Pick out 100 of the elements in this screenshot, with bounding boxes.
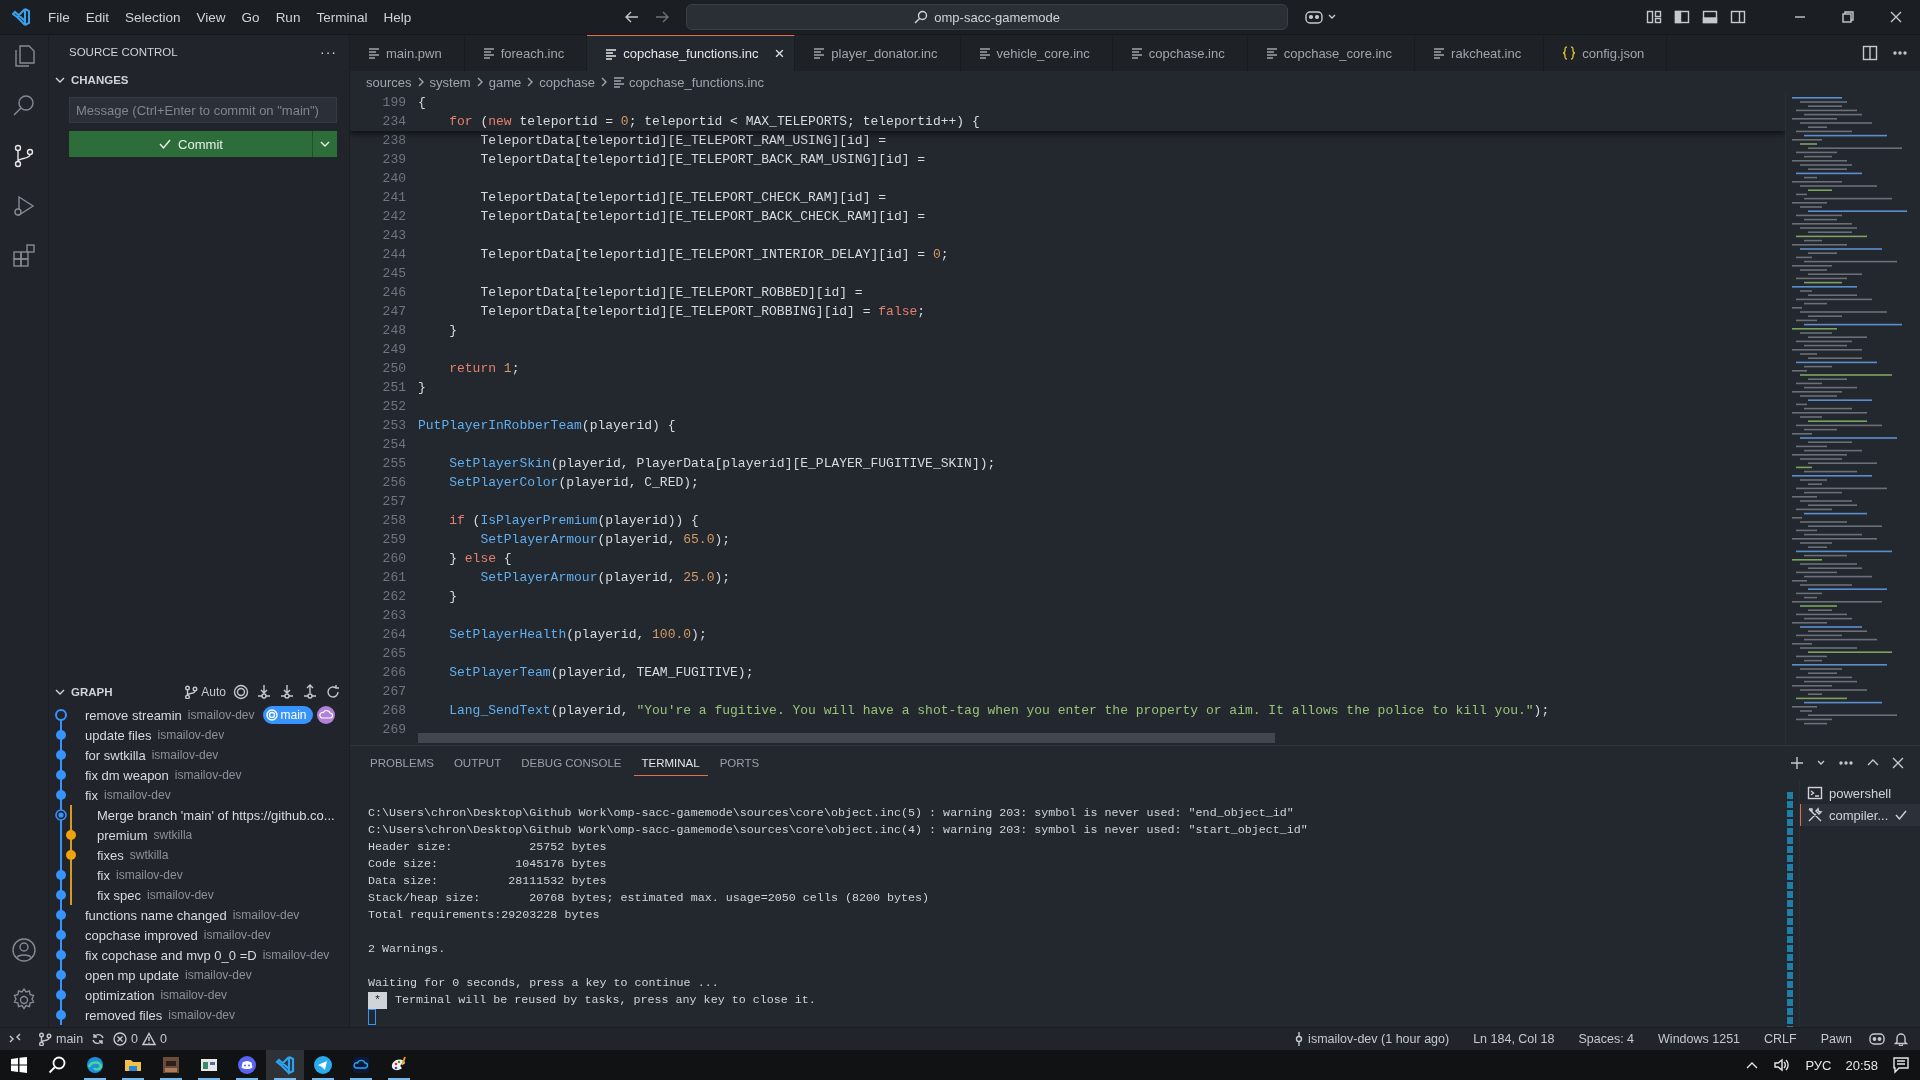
commit-message[interactable]: fix	[85, 787, 98, 803]
commit-message[interactable]: premium	[97, 827, 148, 843]
editor-tab[interactable]: copchase.inc	[1112, 35, 1248, 71]
menu-item[interactable]: Terminal	[308, 5, 376, 29]
status-item[interactable]: Ln 184, Col 18	[1465, 1032, 1563, 1046]
menu-item[interactable]: Selection	[117, 5, 189, 29]
commit-message[interactable]: fix dm weapon	[85, 767, 169, 783]
language-indicator[interactable]: РУС	[1805, 1057, 1832, 1073]
commit-message[interactable]: optimization	[85, 987, 155, 1003]
discord-icon[interactable]	[237, 1055, 257, 1075]
commit-message[interactable]: fix	[97, 867, 110, 883]
commit-dropdown[interactable]	[312, 131, 337, 157]
menu-item[interactable]: Go	[233, 5, 268, 29]
speaker-icon[interactable]	[1773, 1057, 1792, 1073]
sync-icon[interactable]	[91, 1032, 106, 1046]
extensions-icon[interactable]	[11, 243, 37, 269]
copilot-icon[interactable]	[1868, 1032, 1886, 1046]
problems-status[interactable]: 0 0	[105, 1032, 175, 1046]
terminal-item[interactable]: powershell	[1800, 782, 1920, 804]
section-title[interactable]: CHANGES	[71, 74, 129, 86]
terminal-item[interactable]: compiler...	[1800, 804, 1920, 826]
scrollbar[interactable]	[418, 733, 1275, 743]
menu-item[interactable]: File	[40, 5, 78, 29]
menu-item[interactable]: Edit	[77, 5, 118, 29]
status-item[interactable]: Spaces: 4	[1570, 1032, 1643, 1046]
layout-icon[interactable]	[1646, 9, 1662, 25]
branch-status[interactable]: main	[30, 1032, 92, 1046]
split-editor-icon[interactable]	[1862, 45, 1878, 61]
restore-icon[interactable]	[1842, 11, 1854, 23]
close-icon[interactable]	[1890, 11, 1902, 23]
code-line: Lang_SendText(playerid, "You're a fugitive. You will have a shot-tag when you enter the property or aim. It allows the police to kill you.");	[448, 702, 1550, 720]
commit-message[interactable]: Merge branch 'main' of https://github.co...	[97, 807, 335, 823]
commit-message[interactable]: for swtkilla	[85, 747, 146, 763]
add-icon[interactable]	[1790, 756, 1804, 770]
breadcrumb[interactable]: sources	[366, 74, 412, 90]
section-title[interactable]: GRAPH	[71, 686, 113, 698]
cloud-app-icon[interactable]	[351, 1055, 371, 1075]
push-icon[interactable]	[302, 684, 318, 700]
status-item[interactable]: ismailov-dev (1 hour ago)	[1286, 1032, 1458, 1046]
breadcrumb[interactable]: copchase_functions.inc	[628, 74, 765, 90]
account-icon[interactable]	[11, 937, 37, 963]
clock[interactable]: 20:58	[1845, 1057, 1878, 1073]
edge-icon[interactable]	[85, 1055, 105, 1075]
status-item[interactable]: Windows 1251	[1650, 1032, 1749, 1046]
menu-item[interactable]: View	[188, 5, 234, 29]
commit-message[interactable]: removed files	[85, 1007, 163, 1023]
commit-message[interactable]: remove streamin	[85, 707, 182, 723]
commit-message[interactable]: copchase improved	[85, 927, 198, 943]
telegram-icon[interactable]	[313, 1055, 333, 1075]
more-actions[interactable]: ···	[320, 44, 337, 60]
editor-tab[interactable]: copchase_functions.inc ×	[587, 35, 796, 71]
editor-tab[interactable]: config.json	[1544, 35, 1668, 71]
sidebar-toggle-icon[interactable]	[1674, 9, 1690, 25]
forward-arrow-icon[interactable]	[654, 9, 671, 25]
bell-icon[interactable]	[1894, 1032, 1908, 1046]
commit-message[interactable]: fixes	[97, 847, 124, 863]
windows-start-icon[interactable]	[10, 1056, 28, 1074]
editor-tab[interactable]: main.pwn	[350, 35, 465, 71]
status-item[interactable]: Pawn	[1812, 1032, 1860, 1046]
menu-item[interactable]: Run	[267, 5, 309, 29]
panel-toggle-icon[interactable]	[1702, 9, 1718, 25]
commit-message[interactable]: fix copchase and mvp 0_0 =D	[85, 947, 257, 963]
code-line: if (IsPlayerPremium(playerid)) {	[448, 512, 699, 530]
status-item[interactable]: CRLF	[1756, 1032, 1805, 1046]
breadcrumb[interactable]: copchase	[539, 74, 595, 90]
commit-message[interactable]: update files	[85, 727, 152, 743]
panel-tab[interactable]: DEBUG CONSOLE	[513, 751, 630, 775]
target-icon[interactable]	[233, 684, 249, 700]
pull-icon[interactable]	[279, 684, 295, 700]
editor-tab[interactable]: copchase_core.inc	[1247, 35, 1416, 71]
commit-message[interactable]: open mp update	[85, 967, 179, 983]
close-icon[interactable]	[1892, 757, 1904, 769]
vscode-icon[interactable]	[275, 1055, 295, 1075]
line-number: 243	[381, 227, 407, 245]
secondary-sidebar-icon[interactable]	[1730, 9, 1746, 25]
menu-item[interactable]: Help	[375, 5, 420, 29]
breadcrumb[interactable]: game	[488, 74, 522, 90]
refresh-icon[interactable]	[325, 684, 341, 700]
search-icon[interactable]	[48, 1056, 66, 1074]
notifications-icon[interactable]	[1892, 1056, 1910, 1074]
breadcrumb[interactable]: system	[429, 74, 471, 90]
back-arrow-icon[interactable]	[624, 9, 641, 25]
minimap[interactable]	[1785, 93, 1910, 745]
panel-tab[interactable]: TERMINAL	[633, 750, 708, 776]
commit-message-field[interactable]: Message (Ctrl+Enter to commit on "main")	[69, 97, 337, 123]
run-debug-icon[interactable]	[11, 193, 37, 219]
close-tab-button[interactable]: ×	[774, 43, 785, 64]
panel-tab[interactable]: PROBLEMS	[362, 751, 442, 775]
editor-tab[interactable]: vehicle_core.inc	[960, 35, 1113, 71]
copilot-icon[interactable]	[1304, 9, 1325, 25]
fetch-icon[interactable]	[256, 684, 272, 700]
editor-tab[interactable]: player_donator.inc	[795, 35, 961, 71]
file-lines-icon	[482, 47, 495, 59]
branch-mode-button[interactable]: Auto	[184, 685, 226, 699]
panel-tab[interactable]: PORTS	[711, 751, 768, 775]
command-center[interactable]: omp-sacc-gamemode	[686, 4, 1289, 30]
panel-tab[interactable]: OUTPUT	[445, 751, 510, 775]
commit-message[interactable]: fix spec	[97, 887, 142, 903]
editor-tab[interactable]: rakcheat.inc	[1415, 35, 1545, 71]
commit-message[interactable]: functions name changed	[85, 907, 227, 923]
